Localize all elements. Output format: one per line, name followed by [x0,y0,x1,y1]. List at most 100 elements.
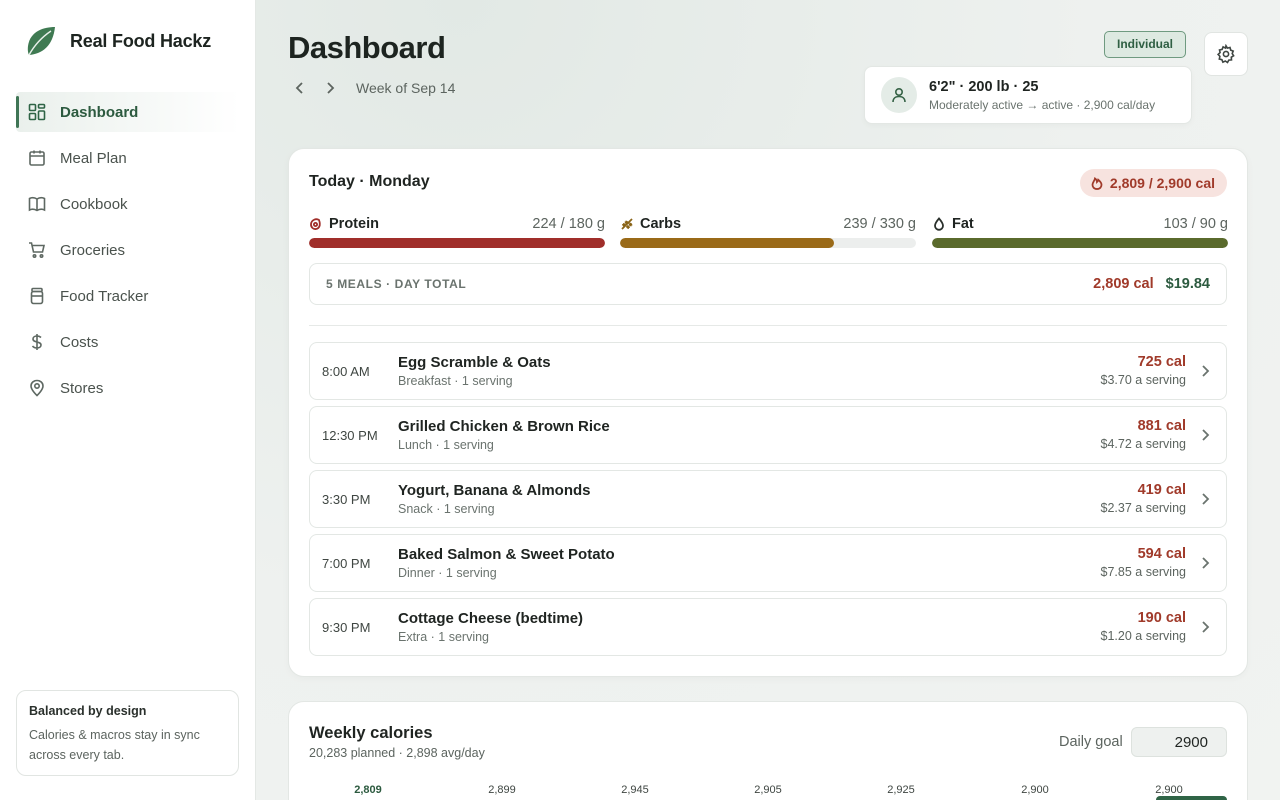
sidebar-item-label: Groceries [60,241,126,259]
droplet-icon [934,217,944,231]
leaf-logo-icon [27,27,55,56]
macro-carbs: Carbs 239 / 330 g [620,215,916,248]
sidebar-item-label: Stores [60,379,104,397]
meal-calories: 594 cal [1137,546,1186,562]
divider [309,325,1227,326]
macro-value-fat: 103 / 90 g [1163,216,1229,232]
macro-name-fat: Fat [952,216,974,232]
meal-list: 8:00 AM Egg Scramble & Oats Breakfast · … [309,342,1227,662]
meal-calories: 725 cal [1137,354,1186,370]
meal-time: 8:00 AM [322,363,370,379]
day-total-cost: $19.84 [1165,276,1210,292]
meal-cost: $2.37 a serving [1100,501,1186,515]
today-title: Today · Monday [309,173,430,190]
meal-row[interactable]: 7:00 PM Baked Salmon & Sweet Potato Dinn… [309,534,1227,592]
day-value: 2,809 [354,784,382,796]
calorie-pill: 2,809 / 2,900 cal [1079,169,1227,197]
macro-protein: Protein 224 / 180 g [309,215,605,248]
user-icon [892,87,906,103]
tip-card: Balanced by design Calories & macros sta… [16,690,239,776]
macro-value-protein: 224 / 180 g [532,216,605,232]
tip-title: Balanced by design [29,704,147,718]
meal-calories: 419 cal [1137,482,1186,498]
day-value: 2,900 [1155,784,1183,796]
meal-subtitle: Snack · 1 serving [398,502,495,516]
brand[interactable]: Real Food Hackz [24,24,211,58]
main-content: Dashboard Week of Sep 14 Individual 6'2"… [256,0,1280,800]
mode-badge[interactable]: Individual [1104,31,1187,58]
meal-row[interactable]: 12:30 PM Grilled Chicken & Brown Rice Lu… [309,406,1227,464]
meal-row[interactable]: 3:30 PM Yogurt, Banana & Almonds Snack ·… [309,470,1227,528]
protein-progress-fill [309,238,605,248]
meal-name: Baked Salmon & Sweet Potato [398,546,615,563]
cart-icon [29,242,46,259]
chevron-right-icon [1202,557,1210,569]
sidebar-item-cookbook[interactable]: Cookbook [16,184,240,224]
macro-fat: Fat 103 / 90 g [932,215,1228,248]
chevron-right-icon [1202,621,1210,633]
meal-subtitle: Breakfast · 1 serving [398,374,513,388]
sidebar-item-label: Food Tracker [60,287,149,305]
meal-name: Grilled Chicken & Brown Rice [398,418,610,435]
chevron-left-icon [295,82,303,94]
prev-week-button[interactable] [292,78,308,98]
sidebar: Real Food Hackz Dashboard Meal Plan Cook… [0,0,256,800]
calorie-pill-text: 2,809 / 2,900 cal [1109,175,1215,191]
meal-row[interactable]: 8:00 AM Egg Scramble & Oats Breakfast · … [309,342,1227,400]
sidebar-item-dashboard[interactable]: Dashboard [16,92,240,132]
weekly-subtitle: 20,283 planned · 2,898 avg/day [309,746,485,760]
sidebar-item-stores[interactable]: Stores [16,368,240,408]
profile-activity: Moderately active → active · 2,900 cal/d… [929,97,1156,112]
meal-row[interactable]: 9:30 PM Cottage Cheese (bedtime) Extra ·… [309,598,1227,656]
wheat-icon [621,218,633,230]
chevron-right-icon [327,82,335,94]
next-week-button[interactable] [322,78,338,98]
profile-card[interactable]: 6'2" · 200 lb · 25 Moderately active → a… [864,66,1192,124]
sidebar-item-food-tracker[interactable]: Food Tracker [16,276,240,316]
tip-body: Calories & macros stay in sync across ev… [29,728,200,762]
sidebar-item-label: Costs [60,333,99,351]
meal-subtitle: Dinner · 1 serving [398,566,497,580]
sidebar-item-label: Dashboard [60,103,139,121]
flame-icon [1091,177,1103,190]
fat-progress-fill [932,238,1228,248]
daily-goal-input[interactable] [1131,727,1227,757]
week-navigator: Week of Sep 14 [292,78,455,98]
day-value: 2,900 [1021,784,1049,796]
week-label: Week of Sep 14 [356,80,456,96]
meal-cost: $1.20 a serving [1100,629,1186,643]
meal-time: 9:30 PM [322,619,371,635]
avatar [881,77,917,113]
day-total-label: 5 MEALS · DAY TOTAL [326,277,467,291]
carbs-progress-fill [620,238,835,248]
sidebar-nav: Dashboard Meal Plan Cookbook Groceries F… [16,92,240,414]
daily-goal-label: Daily goal [1059,734,1123,750]
sidebar-item-costs[interactable]: Costs [16,322,240,362]
meal-cost: $7.85 a serving [1100,565,1186,579]
settings-button[interactable] [1204,32,1248,76]
calendar-icon [29,150,45,166]
map-pin-icon [30,379,44,397]
meal-calories: 881 cal [1137,418,1186,434]
weekly-title: Weekly calories [309,724,433,742]
protein-progress-track [309,238,605,248]
meal-time: 12:30 PM [322,427,378,443]
macro-name-carbs: Carbs [640,216,682,232]
day-total-calories: 2,809 cal [1093,276,1154,292]
day-total-row: 5 MEALS · DAY TOTAL 2,809 cal $19.84 [309,263,1227,305]
carbs-progress-track [620,238,916,248]
day-value: 2,945 [621,784,649,796]
meal-subtitle: Extra · 1 serving [398,630,490,644]
day-value: 2,899 [488,784,516,796]
meal-cost: $3.70 a serving [1100,373,1186,387]
today-card: Today · Monday 2,809 / 2,900 cal Protein… [288,148,1248,677]
chevron-right-icon [1202,493,1210,505]
sidebar-item-label: Cookbook [60,195,128,213]
day-value: 2,925 [887,784,915,796]
jar-icon [30,287,44,305]
weekly-calories-card: Weekly calories 20,283 planned · 2,898 a… [288,701,1248,800]
sidebar-item-groceries[interactable]: Groceries [16,230,240,270]
meal-name: Cottage Cheese (bedtime) [398,610,584,627]
sidebar-item-meal-plan[interactable]: Meal Plan [16,138,240,178]
meal-name: Egg Scramble & Oats [398,354,551,371]
